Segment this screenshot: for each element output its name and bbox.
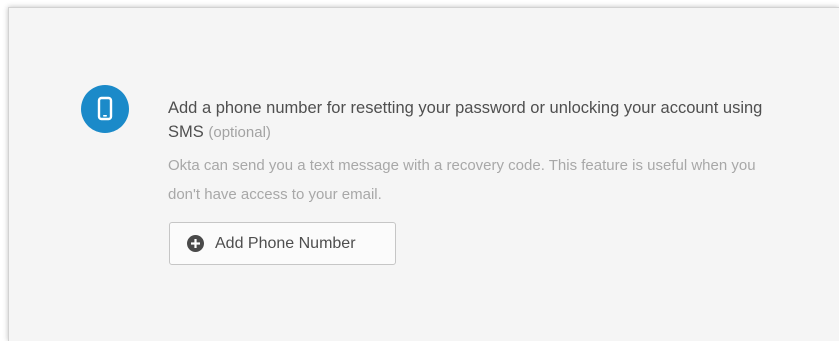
plus-circle-icon — [187, 235, 204, 252]
add-phone-number-label: Add Phone Number — [215, 234, 356, 252]
optional-label: (optional) — [208, 124, 271, 141]
add-phone-number-button[interactable]: Add Phone Number — [169, 222, 396, 265]
settings-panel: Add a phone number for resetting your pa… — [8, 7, 839, 341]
section-title: Add a phone number for resetting your pa… — [168, 96, 768, 145]
phone-icon — [81, 85, 129, 133]
section-description: Okta can send you a text message with a … — [168, 157, 756, 203]
